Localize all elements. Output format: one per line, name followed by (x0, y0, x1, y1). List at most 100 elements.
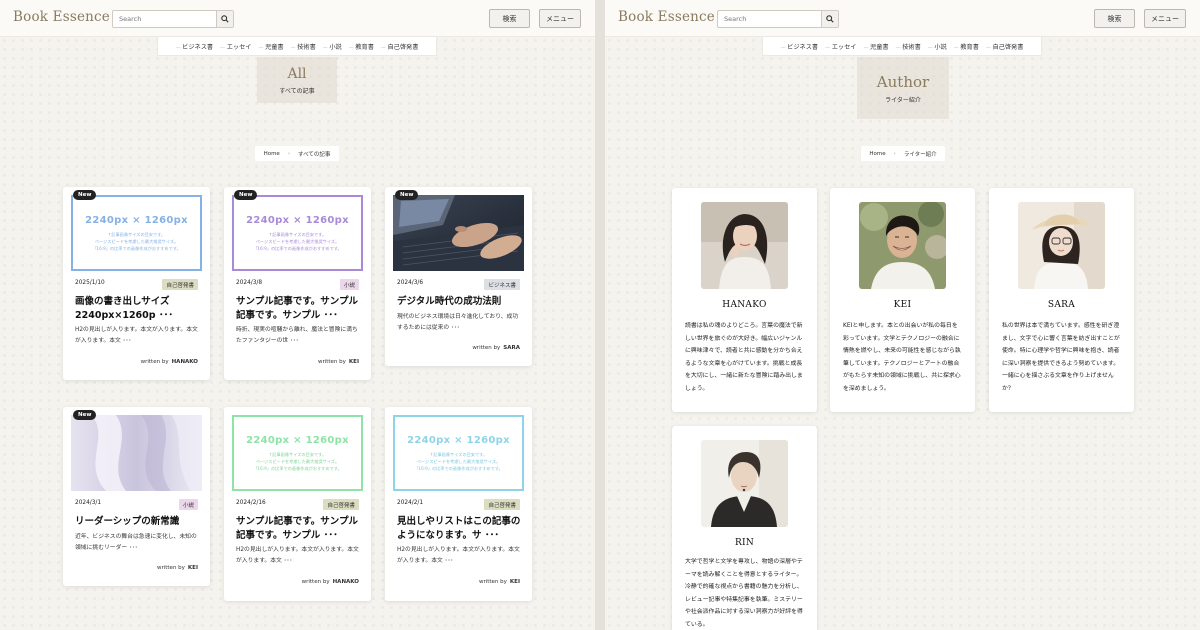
article-date: 2024/3/6 (397, 280, 424, 286)
article-meta: 2024/3/8 小説 (236, 279, 359, 290)
article-date: 2024/3/1 (75, 500, 102, 506)
article-author: written by SARA (472, 345, 520, 351)
placeholder-note: ↑記事画像サイズの目安です。 ページスピードを考慮した最大推奨サイズ。 「16:9」… (92, 231, 181, 251)
site-header: Book Essence 検索 メニュー (605, 0, 1200, 37)
article-date: 2025/1/10 (75, 280, 105, 286)
category-link[interactable]: 技術書 (291, 42, 316, 51)
article-card[interactable]: New 2024/3/6 ビジネス書 デジタル時代の成功法則 現代のビジネス環境… (385, 187, 532, 366)
category-tag[interactable]: 小説 (339, 279, 359, 290)
article-title[interactable]: サンプル記事です。サンプル記事です。サンプル ･･･ (236, 295, 361, 323)
category-link[interactable]: ビジネス書 (176, 42, 213, 51)
article-thumbnail[interactable]: 2240px × 1260px ↑記事画像サイズの目安です。 ページスピードを考慮… (71, 195, 202, 271)
article-card[interactable]: 2240px × 1260px ↑記事画像サイズの目安です。 ページスピードを考慮… (224, 407, 371, 601)
page-heading: Author ライター紹介 (857, 57, 949, 119)
placeholder-image: 2240px × 1260px ↑記事画像サイズの目安です。 ページスピードを考慮… (71, 195, 202, 271)
category-tag[interactable]: 自己啓発書 (484, 499, 520, 510)
article-thumbnail[interactable] (71, 415, 202, 491)
category-link[interactable]: 教育書 (349, 42, 374, 51)
article-meta: 2024/3/6 ビジネス書 (397, 279, 520, 290)
category-link[interactable]: 小説 (323, 42, 341, 51)
breadcrumb: Home › ライター紹介 (861, 146, 945, 161)
site-logo[interactable]: Book Essence (618, 9, 715, 25)
article-title[interactable]: サンプル記事です。サンプル記事です。サンプル ･･･ (236, 515, 361, 543)
search-button[interactable]: 検索 (1094, 9, 1135, 28)
article-title[interactable]: 画像の書き出しサイズ2240px×1260p ･･･ (75, 295, 200, 323)
category-link[interactable]: 教育書 (954, 42, 979, 51)
article-card[interactable]: 2240px × 1260px ↑記事画像サイズの目安です。 ページスピードを考慮… (385, 407, 532, 601)
author-name[interactable]: RIN (672, 538, 817, 548)
author-avatar (701, 440, 788, 527)
category-tag[interactable]: 小説 (178, 499, 198, 510)
article-author: written by HANAKO (140, 359, 198, 365)
search-submit-button[interactable] (216, 11, 233, 27)
article-thumbnail[interactable]: 2240px × 1260px ↑記事画像サイズの目安です。 ページスピードを考慮… (232, 195, 363, 271)
search-button[interactable]: 検索 (489, 9, 530, 28)
author-card[interactable]: RIN 大学で哲学と文学を専攻し、物語の深層やテーマを読み解くことを得意とするラ… (672, 426, 817, 630)
new-badge: New (73, 190, 97, 200)
article-author: written by KEI (156, 565, 198, 571)
site-logo[interactable]: Book Essence (13, 9, 110, 25)
author-card[interactable]: KEI KEIと申します。本との出会いが私の毎日を彩っています。文学とテクノロジ… (830, 188, 975, 412)
article-author: written by KEI (317, 359, 359, 365)
page-subtitle: すべての記事 (279, 87, 315, 95)
article-author: written by HANAKO (301, 579, 359, 585)
author-card[interactable]: SARA 私の世界は本で満ちています。感性を研ぎ澄まし、文字で心に響く言葉を紡ぎ… (989, 188, 1134, 412)
placeholder-size: 2240px × 1260px (85, 214, 188, 226)
article-thumbnail[interactable] (393, 195, 524, 271)
category-link[interactable]: エッセイ (220, 42, 252, 51)
category-link[interactable]: 児童書 (258, 42, 284, 51)
article-author: written by KEI (478, 579, 520, 585)
category-link[interactable]: エッセイ (825, 42, 857, 51)
search-box (112, 10, 234, 28)
breadcrumb: Home › すべての記事 (255, 146, 339, 161)
author-card[interactable]: HANAKO 読書は私の魂のよりどころ。言葉の魔法で新しい世界を旅ぐのが大好き。… (672, 188, 817, 412)
author-bio: 私の世界は本で満ちています。感性を研ぎ澄まし、文字で心に響く言葉を紡ぎ出すことが… (1002, 323, 1120, 392)
category-tag[interactable]: 自己啓発書 (162, 279, 198, 290)
placeholder-note: ↑記事画像サイズの目安です。 ページスピードを考慮した最大推奨サイズ。 「16:9」… (414, 451, 503, 471)
article-date: 2024/2/1 (397, 500, 424, 506)
new-badge: New (395, 190, 419, 200)
article-meta: 2024/2/1 自己啓発書 (397, 499, 520, 510)
breadcrumb-home[interactable]: Home (264, 151, 280, 157)
category-link[interactable]: 自己啓発書 (986, 42, 1023, 51)
author-name[interactable]: KEI (830, 300, 975, 310)
category-link[interactable]: 児童書 (863, 42, 889, 51)
breadcrumb-home[interactable]: Home (869, 151, 885, 157)
placeholder-note: ↑記事画像サイズの目安です。 ページスピードを考慮した最大推奨サイズ。 「16:9」… (253, 231, 342, 251)
search-submit-button[interactable] (821, 11, 838, 27)
search-box (717, 10, 839, 28)
article-excerpt: H2の見出しが入ります。本文が入ります。本文が入ります。本文 ･･･ (75, 327, 198, 344)
page-title: All (287, 65, 307, 82)
article-thumbnail[interactable]: 2240px × 1260px ↑記事画像サイズの目安です。 ページスピードを考慮… (232, 415, 363, 491)
article-thumbnail[interactable]: 2240px × 1260px ↑記事画像サイズの目安です。 ページスピードを考慮… (393, 415, 524, 491)
new-badge: New (234, 190, 258, 200)
new-badge: New (73, 410, 97, 420)
category-tag[interactable]: ビジネス書 (484, 279, 520, 290)
category-link[interactable]: ビジネス書 (781, 42, 818, 51)
author-bio: 大学で哲学と文学を専攻し、物語の深層やテーマを読み解くことを得意とするライター。… (685, 559, 803, 628)
article-title[interactable]: 見出しやリストはこの記事のようになります。サ ･･･ (397, 515, 522, 543)
article-card[interactable]: New 2024/3/1 小説 リーダーシップの新常識 近年、ビジネスの舞台は急… (63, 407, 210, 586)
search-input[interactable] (113, 11, 217, 27)
article-card[interactable]: 2240px × 1260px ↑記事画像サイズの目安です。 ページスピードを考慮… (63, 187, 210, 380)
articles-page: Book Essence 検索 メニュー ビジネス書 エッセイ 児童書 技術書 … (0, 0, 595, 630)
author-avatar (859, 202, 946, 289)
article-title[interactable]: デジタル時代の成功法則 (397, 295, 522, 309)
menu-button[interactable]: メニュー (539, 9, 581, 28)
author-avatar (1018, 202, 1105, 289)
category-tag[interactable]: 自己啓発書 (323, 499, 359, 510)
article-title[interactable]: リーダーシップの新常識 (75, 515, 200, 529)
placeholder-size: 2240px × 1260px (407, 434, 510, 446)
article-card[interactable]: 2240px × 1260px ↑記事画像サイズの目安です。 ページスピードを考慮… (224, 187, 371, 380)
author-name[interactable]: HANAKO (672, 300, 817, 310)
author-name[interactable]: SARA (989, 300, 1134, 310)
category-link[interactable]: 技術書 (896, 42, 921, 51)
breadcrumb-separator: › (287, 150, 291, 157)
category-link[interactable]: 自己啓発書 (381, 42, 418, 51)
authors-page: Book Essence 検索 メニュー ビジネス書 エッセイ 児童書 技術書 … (605, 0, 1200, 630)
breadcrumb-current: すべての記事 (298, 151, 331, 158)
category-link[interactable]: 小説 (928, 42, 946, 51)
search-input[interactable] (718, 11, 822, 27)
author-bio: 読書は私の魂のよりどころ。言葉の魔法で新しい世界を旅ぐのが大好き。幅広いジャンル… (685, 323, 803, 392)
menu-button[interactable]: メニュー (1144, 9, 1186, 28)
